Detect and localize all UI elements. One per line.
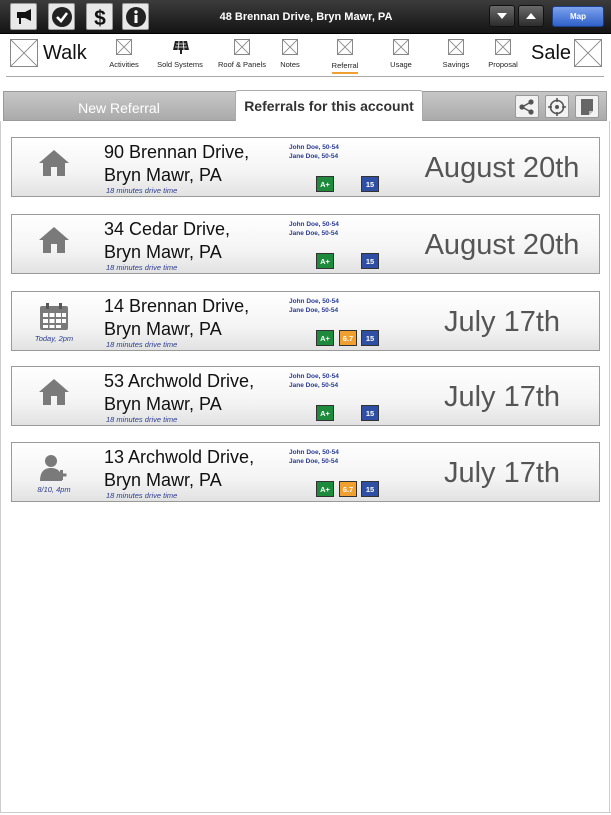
household-member: Jane Doe, 50-54 [289,458,339,465]
nav-item-referral[interactable]: Referral [315,39,375,74]
household-member: John Doe, 50-54 [289,221,339,228]
referral-street: 53 Archwold Drive, [104,371,255,391]
referral-street: 34 Cedar Drive, [104,219,231,239]
referral-street: 13 Archwold Drive, [104,447,255,467]
calendar-icon [40,303,68,330]
referral-city: Bryn Mawr, PA [104,394,222,414]
drive-time: 18 minutes drive time [106,415,178,424]
placeholder-x-icon [282,39,298,55]
house-icon [39,379,69,405]
arrow-up-button[interactable] [518,5,544,27]
referral-card[interactable]: 90 Brennan Drive, Bryn Mawr, PA 18 minut… [11,137,600,197]
grade-badge: A+ [316,253,334,269]
household-member: Jane Doe, 50-54 [289,230,339,237]
walk-placeholder-icon[interactable] [10,39,38,67]
map-button[interactable]: Map [552,6,604,27]
walk-label[interactable]: Walk [43,42,87,65]
locate-icon[interactable] [545,95,569,118]
referral-date: July 17th [443,381,561,413]
referral-tab-strip: New Referral Referrals for this account [3,90,607,122]
dollar-icon[interactable]: $ [86,3,113,30]
document-icon[interactable] [575,95,599,118]
content-frame-bottom [0,812,611,813]
svg-text:$: $ [94,7,106,28]
solar-panel-icon [172,39,189,55]
share-icon[interactable] [515,95,539,118]
referral-street: 14 Brennan Drive, [104,296,250,316]
referral-city: Bryn Mawr, PA [104,319,222,339]
house-icon [39,150,69,176]
placeholder-x-icon [337,39,353,55]
count-badge: 15 [361,330,379,346]
nav-divider [6,76,604,77]
referral-card[interactable]: 8/10, 4pm 13 Archwold Drive, Bryn Mawr, … [11,442,600,502]
placeholder-x-icon [393,39,409,55]
top-bar: $ 48 Brennan Drive, Bryn Mawr, PA Map [0,0,611,34]
nav-item-notes[interactable]: Notes [260,39,320,69]
info-icon[interactable] [122,3,149,30]
chevron-up-icon [526,13,536,19]
appointment-time: Today, 2pm [34,334,74,343]
nav-item-sold-systems[interactable]: Sold Systems [150,39,210,69]
checkmark-icon[interactable] [48,3,75,30]
section-nav: Walk Activities Sold Systems Roof & Pane… [0,34,611,76]
referral-card[interactable]: Today, 2pm 14 Brennan Drive, Bryn Mawr, … [11,291,600,351]
content-frame-left [0,121,1,813]
sale-label[interactable]: Sale [531,42,571,65]
chevron-down-icon [497,13,507,19]
referral-city: Bryn Mawr, PA [104,470,222,490]
grade-badge: A+ [316,481,334,497]
drive-time: 18 minutes drive time [106,186,178,195]
placeholder-x-icon [234,39,250,55]
drive-time: 18 minutes drive time [106,263,178,272]
household-member: John Doe, 50-54 [289,144,339,151]
score-badge: 6.7 [339,330,357,346]
referral-card[interactable]: 34 Cedar Drive, Bryn Mawr, PA 18 minutes… [11,214,600,274]
referral-city: Bryn Mawr, PA [104,242,222,262]
arrow-down-button[interactable] [489,5,515,27]
grade-badge: A+ [316,176,334,192]
drive-time: 18 minutes drive time [106,491,178,500]
current-address: 48 Brennan Drive, Bryn Mawr, PA [219,11,393,23]
appointment-time: 8/10, 4pm [37,485,71,494]
placeholder-x-icon [495,39,511,55]
referral-date: July 17th [443,457,561,489]
household-member: Jane Doe, 50-54 [289,153,339,160]
referral-city: Bryn Mawr, PA [104,165,222,185]
sale-placeholder-icon[interactable] [574,39,602,67]
placeholder-x-icon [116,39,132,55]
referral-date: July 17th [443,306,561,338]
household-member: John Doe, 50-54 [289,373,339,380]
grade-badge: A+ [316,330,334,346]
megaphone-icon[interactable] [10,3,37,30]
tab-referrals-for-account[interactable]: Referrals for this account [235,90,423,121]
nav-item-usage[interactable]: Usage [371,39,431,69]
household-member: Jane Doe, 50-54 [289,382,339,389]
count-badge: 15 [361,253,379,269]
household-member: John Doe, 50-54 [289,298,339,305]
grade-badge: A+ [316,405,334,421]
add-person-icon [40,455,67,481]
nav-item-proposal[interactable]: Proposal [473,39,533,69]
referral-date: August 20th [424,229,580,261]
count-badge: 15 [361,481,379,497]
count-badge: 15 [361,176,379,192]
count-badge: 15 [361,405,379,421]
drive-time: 18 minutes drive time [106,340,178,349]
nav-item-activities[interactable]: Activities [94,39,154,69]
content-frame-right [609,121,610,813]
referral-date: August 20th [424,152,580,184]
referral-street: 90 Brennan Drive, [104,142,250,162]
house-icon [39,227,69,253]
referral-card[interactable]: 53 Archwold Drive, Bryn Mawr, PA 18 minu… [11,366,600,426]
placeholder-x-icon [448,39,464,55]
household-member: Jane Doe, 50-54 [289,307,339,314]
score-badge: 6.7 [339,481,357,497]
tab-new-referral[interactable]: New Referral [4,92,234,122]
household-member: John Doe, 50-54 [289,449,339,456]
